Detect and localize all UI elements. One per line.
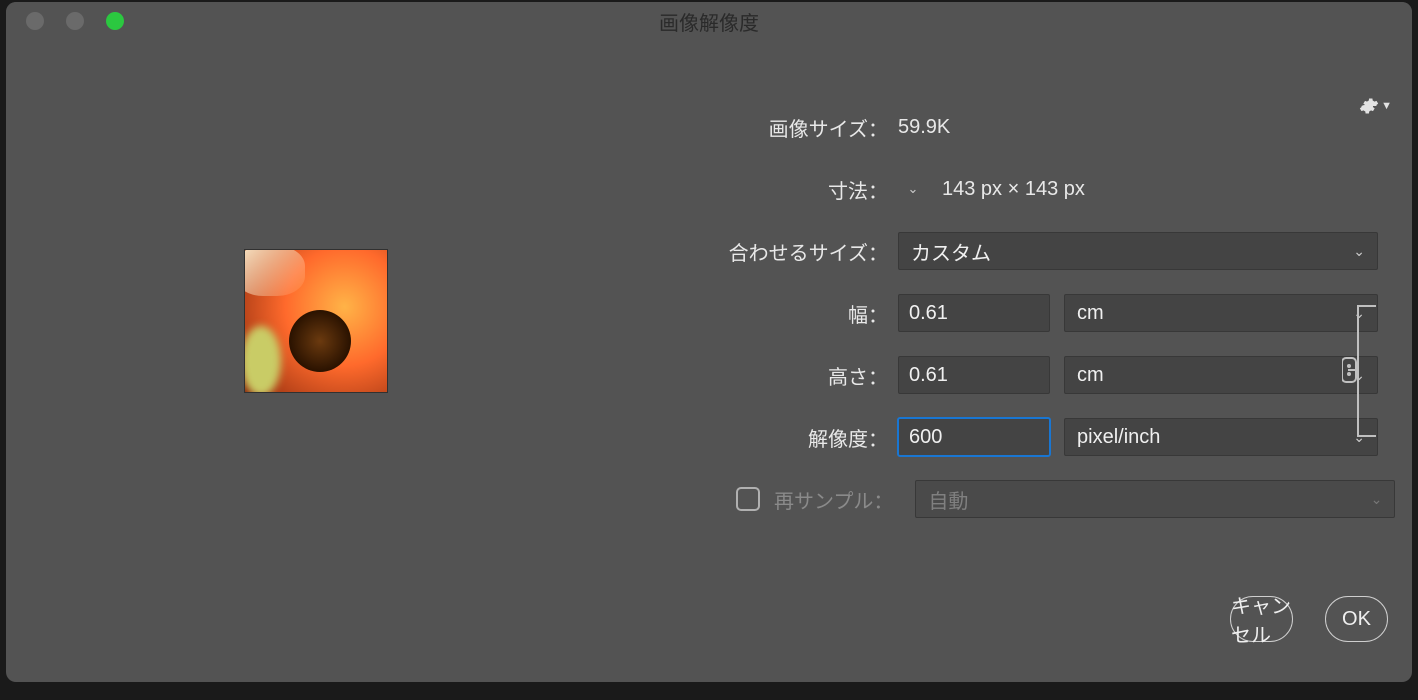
dimensions-row: 寸法： ⌄ 143 px × 143 px (626, 158, 1412, 220)
dialog-footer: キャンセル OK (1230, 596, 1388, 642)
chevron-down-icon: ▼ (1381, 100, 1392, 112)
resample-label: 再サンプル： (774, 485, 893, 514)
width-label: 幅： (626, 299, 898, 328)
width-unit-value: cm (1077, 302, 1104, 325)
resolution-unit-select[interactable]: pixel/inch ⌄ (1064, 418, 1378, 456)
fit-to-row: 合わせるサイズ： カスタム ⌄ (626, 220, 1412, 282)
close-window-button[interactable] (26, 12, 44, 30)
height-input[interactable] (898, 356, 1050, 394)
dimensions-unit-dropdown[interactable]: ⌄ (898, 176, 928, 202)
fit-to-value: カスタム (911, 237, 991, 266)
resolution-row: 解像度： pixel/inch ⌄ (626, 406, 1412, 468)
cancel-button[interactable]: キャンセル (1230, 596, 1293, 642)
fit-to-select[interactable]: カスタム ⌄ (898, 232, 1378, 270)
height-unit-value: cm (1077, 364, 1104, 387)
resample-row: 再サンプル： 自動 ⌄ (626, 468, 1412, 530)
fit-to-label: 合わせるサイズ： (626, 237, 898, 266)
form-pane: ▼ 画像サイズ： 59.9K 寸法： ⌄ 143 px × 143 px 合わせ… (626, 40, 1412, 682)
resolution-label: 解像度： (626, 423, 898, 452)
window-controls (6, 12, 124, 30)
titlebar: 画像解像度 (6, 2, 1412, 40)
width-row: 幅： cm ⌄ (626, 282, 1412, 344)
image-size-row: 画像サイズ： 59.9K (626, 96, 1412, 158)
dialog-title: 画像解像度 (659, 7, 759, 36)
chevron-down-icon: ⌄ (1371, 491, 1383, 508)
image-size-value: 59.9K (898, 116, 950, 139)
dimensions-label: 寸法： (626, 175, 898, 204)
height-row: 高さ： cm ⌄ (626, 344, 1412, 406)
chevron-down-icon: ⌄ (1353, 305, 1365, 322)
image-size-dialog: 画像解像度 ▼ 画像サイズ： 59.9K 寸法： ⌄ (6, 2, 1412, 682)
height-label: 高さ： (626, 361, 898, 390)
resample-method-select[interactable]: 自動 ⌄ (915, 480, 1395, 518)
dialog-body: ▼ 画像サイズ： 59.9K 寸法： ⌄ 143 px × 143 px 合わせ… (6, 40, 1412, 682)
maximize-window-button[interactable] (106, 12, 124, 30)
dimensions-value: 143 px × 143 px (942, 178, 1085, 201)
resample-value: 自動 (928, 485, 968, 514)
ok-button[interactable]: OK (1325, 596, 1388, 642)
gear-icon (1359, 96, 1379, 116)
settings-menu-button[interactable]: ▼ (1359, 96, 1392, 116)
width-unit-select[interactable]: cm ⌄ (1064, 294, 1378, 332)
chevron-down-icon: ⌄ (908, 181, 919, 197)
chevron-down-icon: ⌄ (1353, 367, 1365, 384)
height-unit-select[interactable]: cm ⌄ (1064, 356, 1378, 394)
width-input[interactable] (898, 294, 1050, 332)
resolution-unit-value: pixel/inch (1077, 426, 1160, 449)
chevron-down-icon: ⌄ (1353, 429, 1365, 446)
image-preview[interactable] (244, 249, 388, 393)
chevron-down-icon: ⌄ (1353, 243, 1365, 260)
resolution-input[interactable] (898, 418, 1050, 456)
image-size-label: 画像サイズ： (626, 113, 898, 142)
resample-checkbox[interactable] (736, 487, 760, 511)
minimize-window-button[interactable] (66, 12, 84, 30)
preview-pane (6, 40, 626, 682)
